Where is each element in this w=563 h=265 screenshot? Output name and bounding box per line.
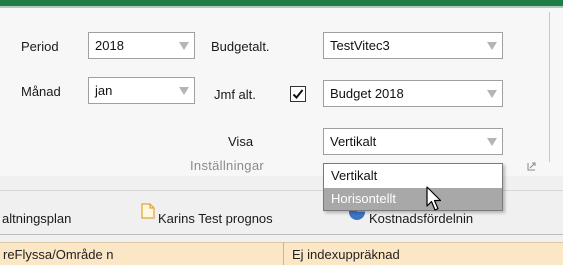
table-row[interactable]: reFlyssa/Område n Ej indexuppräknad (0, 242, 563, 265)
jmfalt-label: Jmf alt. (214, 87, 256, 102)
chevron-down-icon (179, 87, 189, 95)
manad-dropdown-arrow[interactable] (172, 78, 194, 103)
checkmark-icon (292, 89, 304, 99)
dropdown-option-horisontellt[interactable]: Horisontellt (324, 188, 502, 210)
visa-dropdown-arrow[interactable] (480, 129, 502, 154)
dialog-launcher-icon[interactable] (527, 162, 536, 171)
period-dropdown-arrow[interactable] (172, 33, 194, 58)
manad-label: Månad (21, 84, 61, 99)
ribbon-separator (549, 12, 550, 162)
column-divider (283, 242, 284, 265)
tab-karins-test-prognos[interactable]: Karins Test prognos (158, 211, 273, 226)
period-combobox[interactable]: 2018 (88, 32, 195, 59)
budgetalt-label: Budgetalt. (211, 39, 270, 54)
table-cell: reFlyssa/Område n (3, 247, 114, 262)
visa-value: Vertikalt (330, 134, 377, 149)
visa-combobox[interactable]: Vertikalt (323, 128, 503, 155)
mouse-cursor-icon (426, 186, 442, 211)
jmfalt-dropdown-arrow[interactable] (480, 81, 502, 106)
grid-top-border (0, 234, 563, 235)
jmfalt-value: Budget 2018 (330, 86, 404, 101)
chevron-down-icon (179, 42, 189, 50)
chevron-down-icon (487, 90, 497, 98)
installningar-group-label: Inställningar (190, 158, 264, 173)
jmfalt-combobox[interactable]: Budget 2018 (323, 80, 503, 107)
document-icon (141, 203, 155, 219)
visa-dropdown-list: Vertikalt Horisontellt (323, 163, 503, 211)
budgetalt-combobox[interactable]: TestVitec3 (323, 32, 503, 59)
table-cell: Ej indexuppräknad (292, 247, 400, 262)
period-value: 2018 (95, 38, 124, 53)
budgetalt-value: TestVitec3 (330, 38, 390, 53)
chevron-down-icon (487, 42, 497, 50)
manad-combobox[interactable]: jan (88, 77, 195, 104)
tab-forvaltningsplan[interactable]: altningsplan (2, 211, 71, 226)
visa-label: Visa (228, 134, 254, 149)
tab-kostnadsfordelning[interactable]: Kostnadsfördelnin (369, 211, 473, 226)
dropdown-option-vertikalt[interactable]: Vertikalt (324, 165, 502, 187)
jmfalt-checkbox[interactable] (290, 86, 306, 102)
budgetalt-dropdown-arrow[interactable] (480, 33, 502, 58)
manad-value: jan (95, 83, 113, 98)
period-label: Period (21, 39, 59, 54)
row-top-line (0, 242, 563, 243)
chevron-down-icon (487, 138, 497, 146)
